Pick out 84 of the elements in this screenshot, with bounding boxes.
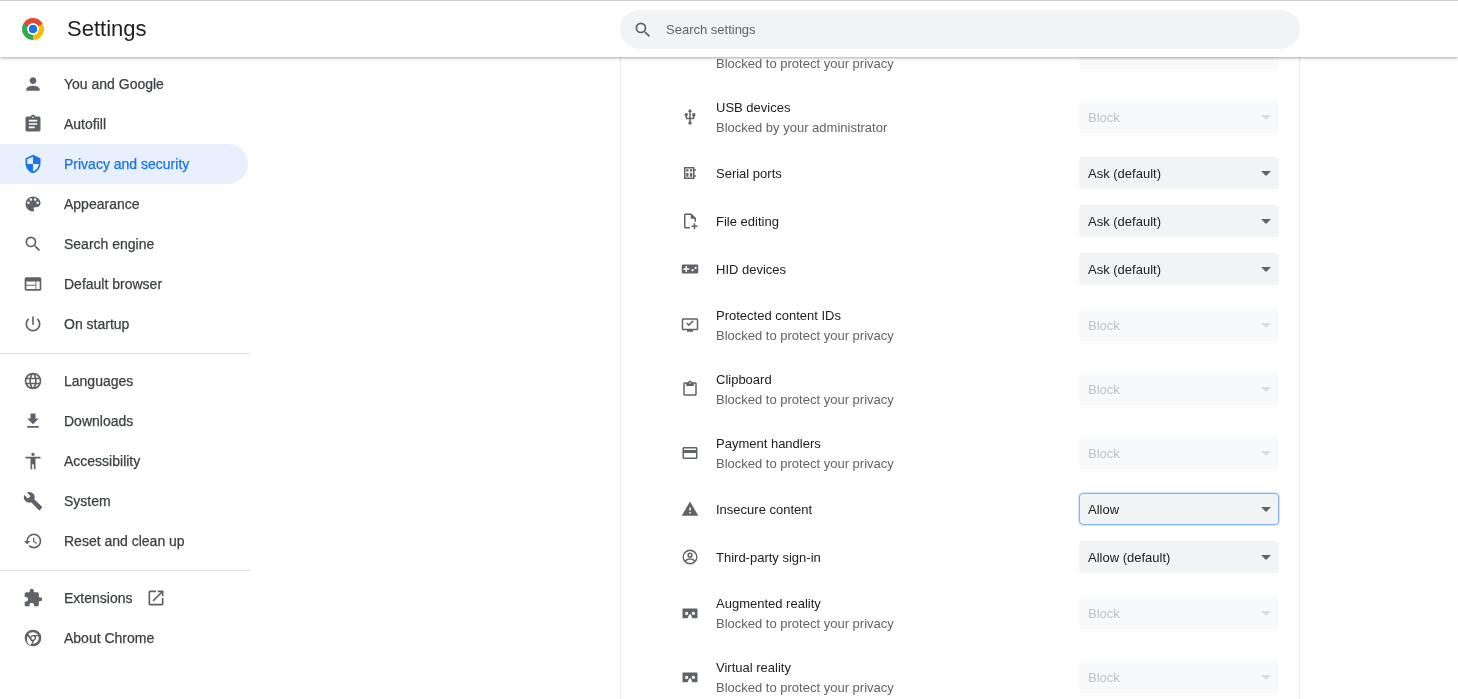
caret-icon [1261,266,1271,272]
sidebar-item[interactable]: Extensions [0,578,248,618]
sidebar-item[interactable]: Default browser [0,264,248,304]
caret-icon [1261,674,1271,680]
external-link-icon [146,588,167,608]
sidebar-item[interactable]: On startup [0,304,248,344]
setting-description: Blocked to protect your privacy [716,391,895,407]
sidebar-item-label: Default browser [64,276,163,292]
sidebar-item-label: Extensions [64,590,133,606]
setting-title: Protected content IDs [716,307,842,323]
setting-description: Blocked to protect your privacy [716,57,895,71]
wrench-icon [23,491,43,511]
setting-title: USB devices [716,99,792,115]
setting-title: File editing [716,213,780,229]
accessibility-icon [23,451,43,471]
dropdown[interactable]: Ask (default) [1079,157,1279,189]
port-icon [681,164,699,182]
monitor-check-icon [681,316,699,334]
search-icon [23,234,43,254]
setting-description: Blocked to protect your privacy [716,615,895,631]
sidebar-item-label: You and Google [64,76,164,92]
sidebar-item-label: Autofill [64,116,107,132]
puzzle-icon [23,588,43,608]
sidebar-item[interactable]: Autofill [0,104,248,144]
dropdown[interactable]: Allow [1079,493,1279,525]
power-icon [23,314,43,334]
sidebar-item-label: About Chrome [64,630,155,646]
sidebar-item-label: Downloads [64,413,134,429]
caret-icon [1261,506,1271,512]
search-field[interactable]: Search settings [620,9,1300,49]
setting-description: Blocked to protect your privacy [716,455,895,471]
sidebar-item[interactable]: Privacy and security [0,144,248,184]
credit-card-icon [681,444,699,462]
shield-icon [23,154,43,174]
setting-title: Third-party sign-in [716,549,822,565]
history-icon [23,531,43,551]
setting-description: Blocked to protect your privacy [716,679,895,695]
warning-icon [681,500,699,518]
setting-title: Payment handlers [716,435,822,451]
dropdown[interactable]: Allow (default) [1079,541,1279,573]
caret-icon [1261,610,1271,616]
setting-title: Augmented reality [716,595,822,611]
sidebar-item[interactable]: Appearance [0,184,248,224]
setting-description: Blocked to protect your privacy [716,327,895,343]
caret-icon [1261,386,1271,392]
sidebar-item[interactable]: You and Google [0,64,248,104]
caret-icon [1261,450,1271,456]
setting-description: Blocked by your administrator [716,119,889,135]
sidebar-item[interactable]: Reset and clean up [0,521,248,561]
sidebar-item-label: Appearance [64,196,140,212]
setting-title: HID devices [716,261,788,277]
file-icon [681,212,699,230]
caret-icon [1261,218,1271,224]
sidebar-item[interactable]: Languages [0,361,248,401]
circle-logo-icon [23,628,43,648]
caret-icon [1261,554,1271,560]
dropdown[interactable]: Ask (default) [1079,205,1279,237]
palette-icon [23,194,43,214]
page-title: Settings [67,16,147,42]
setting-title: Serial ports [716,165,783,181]
globe-icon [23,371,43,391]
setting-title: Insecure content [716,501,814,517]
setting-title: Virtual reality [716,659,792,675]
sidebar-item-label: Accessibility [64,453,141,469]
logo-icon [22,18,44,40]
sidebar-item[interactable]: Downloads [0,401,248,441]
sidebar-item-label: System [64,493,111,509]
caret-icon [1261,322,1271,328]
sidebar-item[interactable]: Search engine [0,224,248,264]
sidebar-item-label: Reset and clean up [64,533,185,549]
sidebar-item[interactable]: Accessibility [0,441,248,481]
sidebar-item-label: On startup [64,316,130,332]
caret-icon [1261,114,1271,120]
setting-title: Clipboard [716,371,773,387]
browser-window-icon [23,274,43,294]
sidebar-item-label: Search engine [64,236,155,252]
sidebar-item[interactable]: About Chrome [0,618,248,658]
dropdown[interactable]: Ask (default) [1079,253,1279,285]
sidebar-item-label: Privacy and security [64,156,190,172]
sidebar-item-label: Languages [64,373,134,389]
clipboard-icon [23,114,43,134]
sidebar-item[interactable]: System [0,481,248,521]
clipboard-icon [681,380,699,398]
caret-icon [1261,170,1271,176]
